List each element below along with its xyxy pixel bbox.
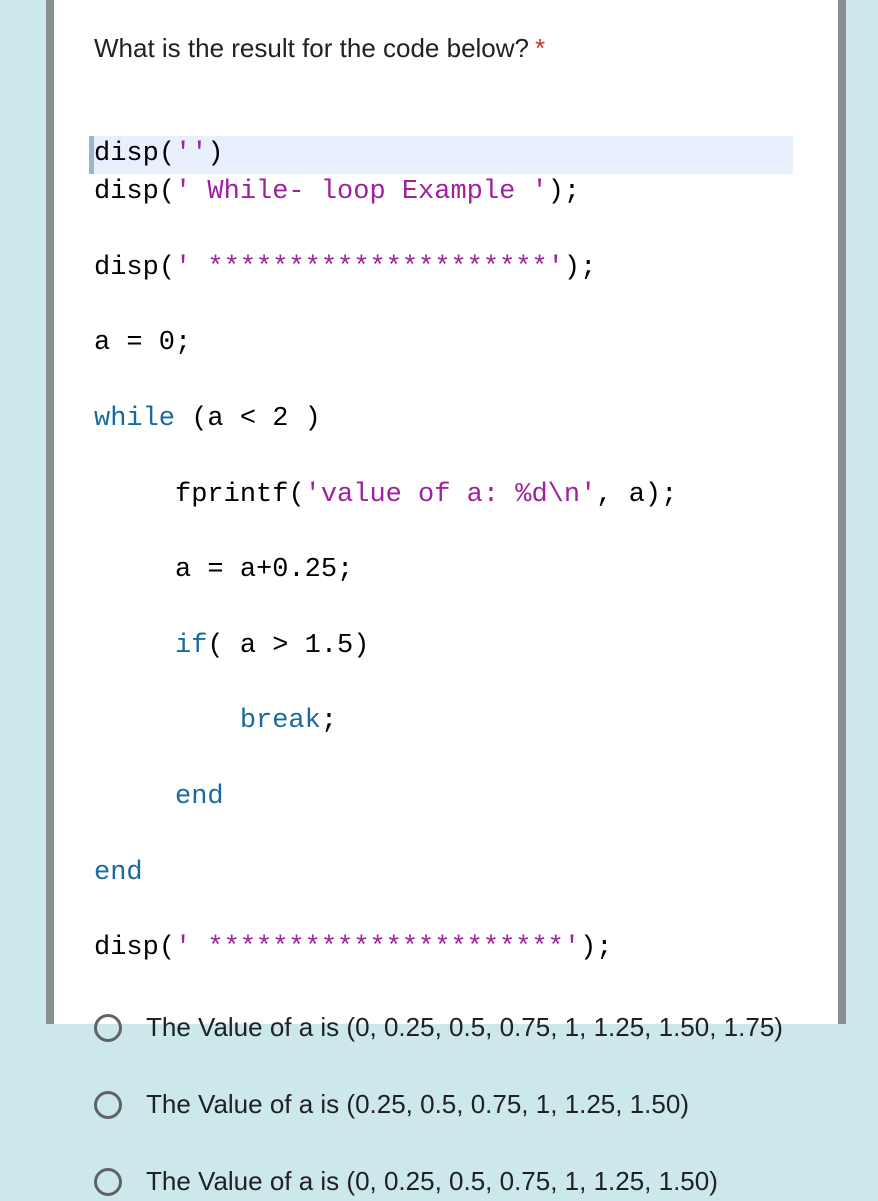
question-text: What is the result for the code below? (94, 33, 529, 63)
code-block: disp('') disp(' While- loop Example '); … (94, 136, 798, 968)
card-shadow-left (46, 0, 54, 1024)
option-label: The Value of a is (0, 0.25, 0.5, 0.75, 1… (146, 1162, 718, 1201)
code-line-5: while (a < 2 ) (89, 401, 798, 439)
code-line-8: if( a > 1.5) (89, 628, 798, 666)
code-line-11: end (89, 855, 798, 893)
card-shadow-right (838, 0, 846, 1024)
code-line-6: fprintf('value of a: %d\n', a); (89, 477, 798, 515)
code-line-12: disp(' **********************'); (89, 930, 798, 968)
radio-icon (94, 1091, 122, 1119)
radio-icon (94, 1168, 122, 1196)
radio-icon (94, 1014, 122, 1042)
question-card: What is the result for the code below?* … (54, 0, 838, 1024)
code-line-1: disp('') (89, 136, 793, 174)
code-line-9: break; (89, 703, 798, 741)
code-line-10: end (89, 779, 798, 817)
option-2[interactable]: The Value of a is (0.25, 0.5, 0.75, 1, 1… (94, 1085, 798, 1124)
question-title: What is the result for the code below?* (94, 30, 798, 66)
option-label: The Value of a is (0.25, 0.5, 0.75, 1, 1… (146, 1085, 689, 1124)
code-line-4: a = 0; (89, 325, 798, 363)
option-3[interactable]: The Value of a is (0, 0.25, 0.5, 0.75, 1… (94, 1162, 798, 1201)
code-line-2: disp(' While- loop Example '); (89, 174, 798, 212)
required-star: * (535, 33, 545, 63)
code-line-3: disp(' *********************'); (89, 250, 798, 288)
options-group: The Value of a is (0, 0.25, 0.5, 0.75, 1… (94, 1008, 798, 1201)
code-line-7: a = a+0.25; (89, 552, 798, 590)
option-1[interactable]: The Value of a is (0, 0.25, 0.5, 0.75, 1… (94, 1008, 798, 1047)
option-label: The Value of a is (0, 0.25, 0.5, 0.75, 1… (146, 1008, 783, 1047)
